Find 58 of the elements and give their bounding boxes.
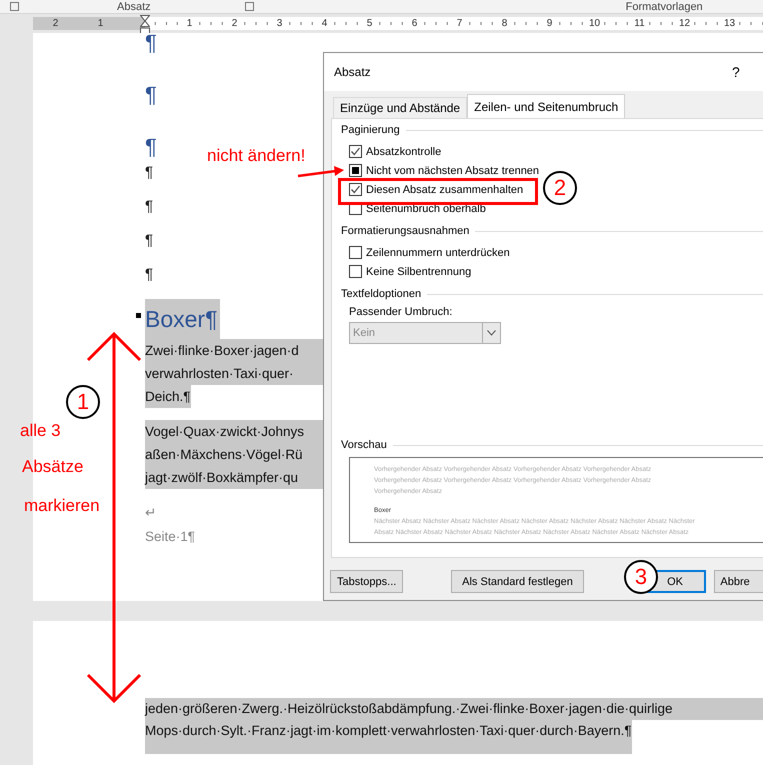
pilcrow: ¶ <box>145 266 154 283</box>
ruler-number: 5 <box>366 18 374 28</box>
pilcrow: ¶ <box>145 164 154 181</box>
ruler-number: 1 <box>96 18 104 28</box>
annotation-label: nicht ändern! <box>207 146 306 166</box>
ruler-number: 4 <box>320 18 328 28</box>
group-title: Paginierung <box>341 124 400 136</box>
chevron-down-icon <box>487 330 496 336</box>
checkbox[interactable] <box>349 246 362 259</box>
checkbox[interactable] <box>349 145 362 158</box>
bullet-square-icon <box>136 313 141 318</box>
pilcrow: ¶ <box>145 30 157 55</box>
ruler-number: 1 <box>186 18 194 28</box>
line-break-mark: ↵ <box>145 505 157 520</box>
annotation-label: Absätze <box>22 457 84 477</box>
ruler-number: 11 <box>633 18 646 28</box>
ruler-number: 9 <box>546 18 554 28</box>
pilcrow: ¶ <box>145 82 157 107</box>
dialog-title: Absatz <box>334 65 371 79</box>
ruler-number: 2 <box>230 18 238 28</box>
ruler-number: 13 <box>722 18 736 28</box>
ruler-number: 10 <box>588 18 602 28</box>
checkbox-label[interactable]: Zeilennummern unterdrücken <box>366 246 510 258</box>
dialog-launcher-icon[interactable] <box>10 2 19 11</box>
ruler-number: 8 <box>500 18 508 28</box>
ruler-number: 3 <box>276 18 284 28</box>
pilcrow: ¶ <box>145 232 154 249</box>
page-number-text: Seite·1¶ <box>145 529 196 544</box>
ruler-number: 12 <box>678 18 692 28</box>
annotation-label: markieren <box>24 496 100 516</box>
tab[interactable]: Einzüge und Abstände <box>333 97 468 118</box>
group-title: Vorschau <box>341 439 387 451</box>
pilcrow: ¶ <box>145 134 157 159</box>
annotation-label: alle 3 <box>20 421 61 441</box>
dialog-launcher-icon[interactable] <box>244 2 254 11</box>
ribbon-group-label: Formatvorlagen <box>626 0 703 12</box>
tab[interactable]: Zeilen- und Seitenumbruch <box>467 94 626 118</box>
dialog-button[interactable]: Tabstopps... <box>330 570 404 593</box>
checkbox[interactable] <box>349 183 362 196</box>
dialog-button[interactable]: Als Standard festlegen <box>451 570 584 593</box>
ribbon-group-label: Absatz <box>117 0 151 12</box>
field-label: Passender Umbruch: <box>349 306 452 318</box>
checkbox-label[interactable]: Nicht vom nächsten Absatz trennen <box>366 164 540 176</box>
ruler-number: 7 <box>456 18 464 28</box>
help-button[interactable]: ? <box>732 64 740 80</box>
ruler-number: 6 <box>410 18 418 28</box>
group-title: Textfeldoptionen <box>341 288 422 300</box>
ruler-number: 2 <box>52 18 60 28</box>
group-title: Formatierungsausnahmen <box>341 225 470 237</box>
checkbox[interactable] <box>349 164 362 177</box>
dialog-button[interactable]: Abbre <box>714 570 763 593</box>
checkbox-label[interactable]: Diesen Absatz zusammenhalten <box>366 184 524 196</box>
checkbox-label[interactable]: Seitenumbruch oberhalb <box>366 202 486 214</box>
checkbox-label[interactable]: Keine Silbentrennung <box>366 266 472 278</box>
heading-text: Boxer¶ <box>145 299 220 339</box>
pilcrow: ¶ <box>145 198 154 215</box>
checkbox-label[interactable]: Absatzkontrolle <box>366 146 442 158</box>
checkbox[interactable] <box>349 265 362 278</box>
